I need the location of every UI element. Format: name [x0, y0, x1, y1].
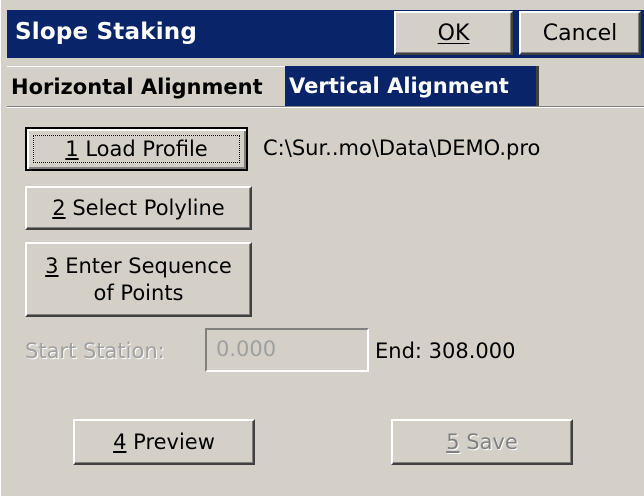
cancel-button-label: Cancel — [542, 20, 618, 46]
start-station-label: Start Station: — [25, 339, 165, 363]
enter-sequence-button[interactable]: 3 Enter Sequence of Points — [25, 242, 252, 317]
preview-mnemonic: 4 — [113, 429, 127, 454]
save-text: Save — [459, 429, 518, 454]
ok-button[interactable]: OK — [394, 11, 513, 55]
tab-horizontal-alignment-label: Horizontal Alignment — [11, 74, 263, 99]
title-bar: Slope Staking OK Cancel — [1, 0, 644, 64]
window-title: Slope Staking — [15, 19, 198, 45]
enter-sequence-text-line1: Enter Sequence — [58, 254, 232, 279]
enter-sequence-mnemonic: 3 — [45, 254, 59, 279]
enter-sequence-text-line2: of Points — [93, 280, 184, 305]
profile-path: C:\Sur..mo\Data\DEMO.pro — [263, 136, 541, 160]
ok-button-label: OK — [438, 21, 470, 46]
preview-button[interactable]: 4 Preview — [73, 419, 255, 465]
tab-divider-highlight — [7, 107, 644, 108]
preview-text: Preview — [126, 429, 215, 454]
tab-vertical-alignment[interactable]: Vertical Alignment — [285, 66, 539, 106]
tab-vertical-alignment-label: Vertical Alignment — [289, 74, 509, 98]
save-label: 5 Save — [446, 429, 518, 455]
load-profile-button[interactable]: 1 Load Profile — [25, 127, 248, 171]
tab-horizontal-alignment[interactable]: Horizontal Alignment — [7, 66, 285, 106]
start-station-input[interactable]: 0.000 — [205, 328, 369, 372]
select-polyline-button[interactable]: 2 Select Polyline — [25, 186, 252, 230]
load-profile-label: 1 Load Profile — [65, 136, 207, 162]
load-profile-text: Load Profile — [78, 136, 208, 161]
enter-sequence-label: 3 Enter Sequence of Points — [45, 253, 232, 306]
save-mnemonic: 5 — [446, 429, 460, 454]
select-polyline-mnemonic: 2 — [52, 195, 66, 220]
end-station-value: End: 308.000 — [375, 339, 516, 363]
ok-label-text: OK — [437, 20, 470, 46]
select-polyline-label: 2 Select Polyline — [52, 195, 224, 221]
save-button[interactable]: 5 Save — [391, 419, 573, 465]
slope-staking-window: Slope Staking OK Cancel Horizontal Align… — [0, 0, 644, 496]
load-profile-mnemonic: 1 — [65, 136, 79, 161]
select-polyline-text: Select Polyline — [65, 195, 225, 220]
cancel-button[interactable]: Cancel — [519, 11, 641, 55]
preview-label: 4 Preview — [113, 429, 215, 455]
